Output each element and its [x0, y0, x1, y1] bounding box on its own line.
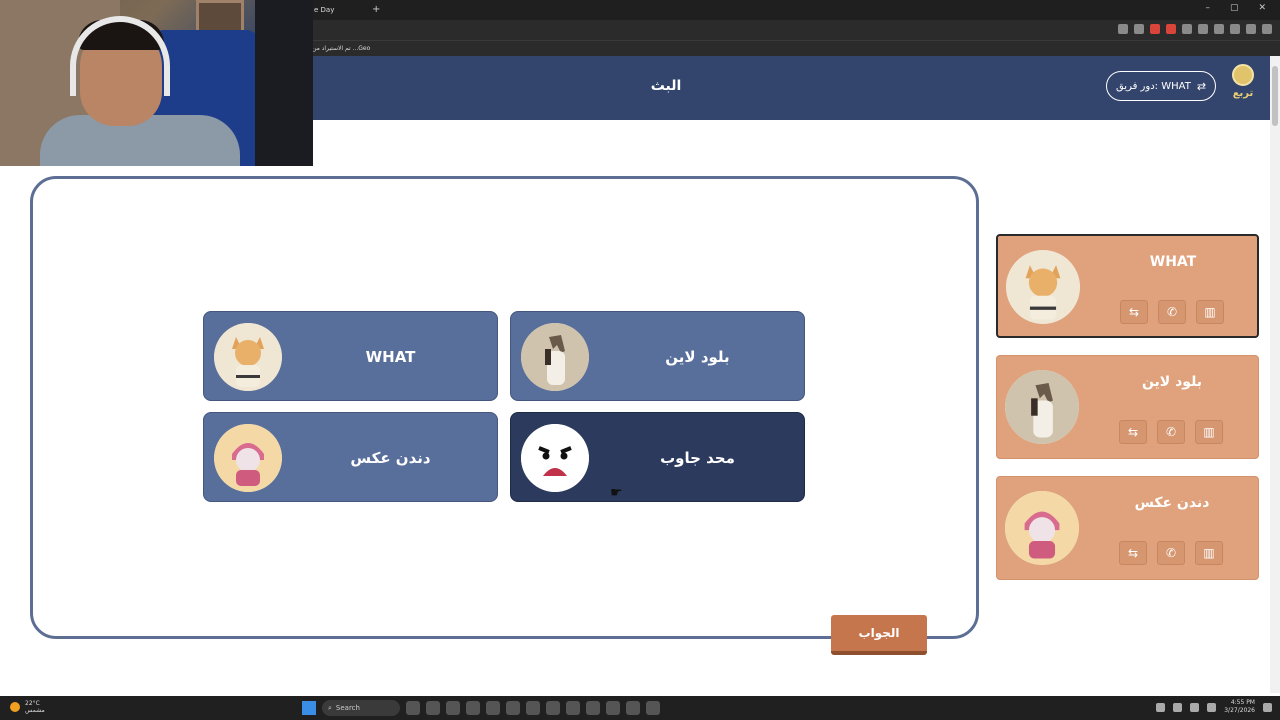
- lifeline-group: ⇆ ✆ ▥: [1119, 541, 1223, 565]
- scrollbar-thumb[interactable]: [1272, 66, 1278, 126]
- system-tray: 4:55 PM 3/27/2026: [1156, 699, 1272, 715]
- logo-emblem-icon: [1232, 64, 1254, 86]
- notification-icon[interactable]: [1263, 702, 1272, 712]
- horse-avatar: [521, 323, 589, 391]
- minimize-button[interactable]: –: [1205, 3, 1210, 13]
- answer-button[interactable]: الجواب: [831, 615, 927, 655]
- player-name: دندن عكس: [350, 449, 431, 467]
- team-name: دندن عكس: [1134, 495, 1210, 511]
- weather-widget[interactable]: 22°C مشمس: [10, 700, 45, 714]
- team-card-dandan[interactable]: دندن عكس ⇆ ✆ ▥: [996, 476, 1259, 580]
- brave-shield-icon[interactable]: [1150, 24, 1160, 34]
- search-placeholder: Search: [335, 704, 360, 712]
- swap-icon[interactable]: ⇆: [1119, 420, 1147, 444]
- new-tab-button[interactable]: +: [372, 2, 380, 18]
- player-name: WHAT: [365, 348, 416, 366]
- copilot-icon[interactable]: [426, 701, 440, 715]
- task-view-icon[interactable]: [406, 701, 420, 715]
- wifi-icon[interactable]: [1173, 702, 1183, 712]
- page-title: البث: [650, 78, 682, 94]
- cat-judo-avatar: [1006, 250, 1080, 324]
- screenshot-icon[interactable]: [1118, 24, 1128, 34]
- angry-face-avatar: [521, 424, 589, 492]
- cat-scarf-avatar: [1005, 491, 1079, 565]
- share-icon[interactable]: [1134, 24, 1144, 34]
- tiktok-icon[interactable]: [486, 701, 500, 715]
- clock-date: 3/27/2026: [1224, 707, 1255, 714]
- battery-icon[interactable]: [1207, 702, 1217, 712]
- windows-taskbar: 22°C مشمس ⌕ Search 4:55 PM 3/27/2026: [0, 696, 1280, 720]
- edge-icon[interactable]: [546, 701, 560, 715]
- phone-icon[interactable]: ✆: [1158, 300, 1186, 324]
- book-icon[interactable]: ▥: [1195, 541, 1223, 565]
- lifeline-group: ⇆ ✆ ▥: [1120, 300, 1224, 324]
- store-icon[interactable]: [446, 701, 460, 715]
- extension-icon[interactable]: [1166, 24, 1176, 34]
- team-name: بلود لاين: [1141, 374, 1203, 390]
- cat-judo-avatar: [214, 323, 282, 391]
- sun-icon: [10, 702, 20, 712]
- team-card-what[interactable]: WHAT ⇆ ✆ ▥: [996, 234, 1259, 338]
- bookmark-item[interactable]: تم الاستيراد من ...Geo: [312, 42, 370, 56]
- team-name: WHAT: [1149, 254, 1197, 270]
- volume-icon[interactable]: [1190, 702, 1200, 712]
- book-icon[interactable]: ▥: [1195, 420, 1223, 444]
- wallet-icon[interactable]: [1246, 24, 1256, 34]
- horse-avatar: [1005, 370, 1079, 444]
- telegram-icon[interactable]: [506, 701, 520, 715]
- toolbar-icons: [1118, 24, 1272, 34]
- team-turn-button[interactable]: دور فريق: WHAT ⇄: [1106, 71, 1216, 101]
- weather-condition: مشمس: [25, 707, 45, 714]
- player-card-no-answer[interactable]: محد جاوب: [510, 412, 805, 502]
- webcam-overlay: [0, 0, 313, 166]
- cat-scarf-avatar: [214, 424, 282, 492]
- answer-stage: [30, 176, 979, 639]
- phone-icon[interactable]: ✆: [1157, 420, 1185, 444]
- whatsapp-icon[interactable]: [566, 701, 580, 715]
- clock-time: 4:55 PM: [1230, 699, 1255, 706]
- player-card-dandan[interactable]: دندن عكس: [203, 412, 498, 502]
- chrome-icon[interactable]: [606, 701, 620, 715]
- lifeline-group: ⇆ ✆ ▥: [1119, 420, 1223, 444]
- player-name: بلود لاين: [665, 348, 730, 366]
- search-icon: ⌕: [328, 703, 332, 712]
- hand-cursor-icon: ☛: [610, 485, 623, 501]
- vpn-icon[interactable]: [466, 701, 480, 715]
- chevron-up-icon[interactable]: [1156, 702, 1166, 712]
- player-card-bloodline[interactable]: بلود لاين: [510, 311, 805, 401]
- menu-icon[interactable]: [1262, 24, 1272, 34]
- team-turn-label: دور فريق: WHAT: [1115, 80, 1191, 92]
- swap-icon[interactable]: ⇆: [1120, 300, 1148, 324]
- player-name: محد جاوب: [660, 449, 735, 467]
- taskbar-apps: ⌕ Search: [302, 700, 660, 716]
- steam-icon[interactable]: [646, 701, 660, 715]
- brave-icon[interactable]: [586, 701, 600, 715]
- system-clock[interactable]: 4:55 PM 3/27/2026: [1224, 699, 1255, 715]
- phone-icon[interactable]: ✆: [1157, 541, 1185, 565]
- close-window-button[interactable]: ✕: [1258, 3, 1266, 13]
- window-controls: – ▢ ✕: [1205, 3, 1266, 13]
- sidebar-icon[interactable]: [1230, 24, 1240, 34]
- player-card-what[interactable]: WHAT: [203, 311, 498, 401]
- book-icon[interactable]: ▥: [1196, 300, 1224, 324]
- extension-icon[interactable]: [1182, 24, 1192, 34]
- maximize-button[interactable]: ▢: [1230, 3, 1239, 13]
- windows-start-icon[interactable]: [302, 701, 316, 715]
- app-logo[interactable]: تربع: [1228, 64, 1258, 110]
- page-scrollbar[interactable]: [1270, 56, 1280, 693]
- taskbar-search[interactable]: ⌕ Search: [322, 700, 400, 716]
- zoom-icon[interactable]: [1198, 24, 1208, 34]
- shuffle-icon: ⇄: [1196, 79, 1207, 93]
- logo-text: تربع: [1232, 88, 1254, 99]
- sync-icon[interactable]: [1214, 24, 1224, 34]
- team-card-bloodline[interactable]: بلود لاين ⇆ ✆ ▥: [996, 355, 1259, 459]
- file-explorer-icon[interactable]: [526, 701, 540, 715]
- weather-temperature: 22°C: [25, 700, 40, 707]
- discord-icon[interactable]: [626, 701, 640, 715]
- swap-icon[interactable]: ⇆: [1119, 541, 1147, 565]
